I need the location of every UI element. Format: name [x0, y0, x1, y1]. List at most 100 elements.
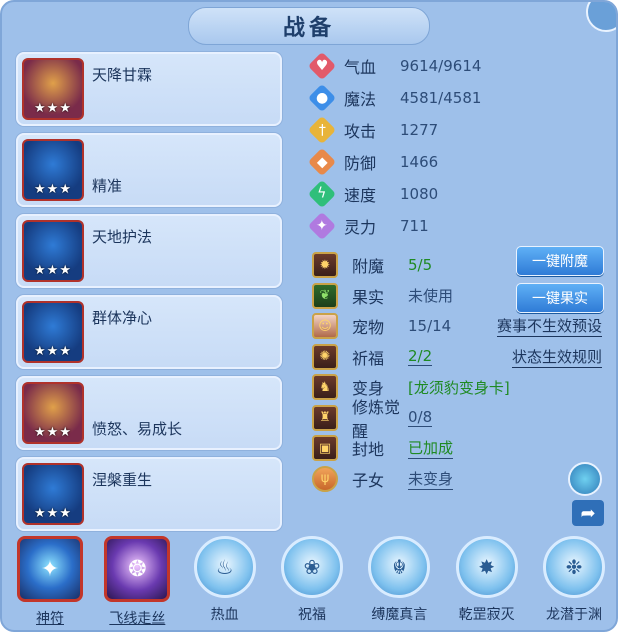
bottom-skill[interactable]: ✦ 神符 — [10, 536, 90, 630]
skill-card[interactable]: ★★★ 天降甘霖 — [16, 52, 282, 126]
refresh-orb-icon[interactable] — [568, 462, 602, 496]
transform-icon[interactable]: ♞ — [312, 374, 338, 401]
dragon-icon: ❉ — [542, 536, 605, 598]
extra-label: 祈福 — [352, 348, 385, 368]
stat-row: ◆ 防御 1466 — [307, 146, 612, 178]
stat-row: † 攻击 1277 — [307, 114, 612, 146]
fief-row: ▣ 封地 已加成 — [312, 433, 612, 464]
share-icon[interactable]: ➦ — [572, 500, 604, 526]
extra-value[interactable]: [龙须豹变身卡] — [408, 377, 510, 398]
battle-prep-panel: 战备 ★★★ 天降甘霖 ★★★ 精准 ★★★ 天地护法 ★★★ 群体净心 ★★★… — [0, 0, 618, 632]
fruit-row: ❦ 果实 未使用 一键果实 — [312, 281, 612, 313]
bottom-skill-label: 热血 — [210, 607, 239, 623]
bottom-skill[interactable]: ❀ 祝福 — [272, 536, 352, 630]
enchant-icon[interactable]: ✹ — [312, 252, 338, 279]
bottom-skill-bar: ✦ 神符 ❂ 飞线走丝 ♨ 热血 ❀ 祝福 ☬ 缚魔真言 ✸ 乾罡寂灭 ❉ 龙潜… — [10, 536, 614, 630]
stat-label: 防御 — [344, 154, 377, 173]
stat-value: 711 — [400, 217, 429, 235]
event-no-preset-link[interactable]: 赛事不生效预设 — [496, 315, 602, 338]
bottom-skill-label: 祝福 — [297, 607, 326, 623]
hot-blood-icon: ♨ — [193, 536, 256, 598]
pet-icon[interactable]: ☺ — [312, 313, 338, 340]
skill-card[interactable]: ★★★ 涅槃重生 — [16, 457, 282, 531]
fruit-icon[interactable]: ❦ — [312, 282, 338, 309]
extra-label: 果实 — [352, 287, 385, 307]
skill-card[interactable]: ★★★ 天地护法 — [16, 214, 282, 288]
skill-name: 精准 — [92, 177, 123, 195]
stat-label: 攻击 — [344, 122, 377, 141]
skill-purify-icon: ★★★ — [22, 301, 84, 363]
skill-list: ★★★ 天降甘霖 ★★★ 精准 ★★★ 天地护法 ★★★ 群体净心 ★★★ 愤怒… — [16, 52, 282, 538]
stat-label: 气血 — [344, 58, 377, 77]
bottom-skill-label: 龙潜于渊 — [545, 607, 602, 623]
thread-icon: ❂ — [104, 536, 171, 602]
status-rules-link[interactable]: 状态生效规则 — [511, 346, 602, 368]
skill-rain-icon: ★★★ — [22, 58, 84, 120]
extra-value: 5/5 — [408, 256, 433, 275]
one-key-fruit-button[interactable]: 一键果实 — [516, 282, 604, 313]
star-rating: ★★★ — [34, 101, 72, 116]
fief-icon[interactable]: ▣ — [312, 435, 338, 462]
skill-precision-icon: ★★★ — [22, 139, 84, 201]
bottom-skill[interactable]: ❉ 龙潜于渊 — [534, 536, 614, 630]
stat-row: ♥ 气血 9614/9614 — [307, 50, 612, 82]
mana-icon: ● — [307, 83, 337, 113]
extra-value: 15/14 — [408, 317, 452, 336]
star-rating: ★★★ — [34, 263, 72, 278]
skill-card[interactable]: ★★★ 愤怒、易成长 — [16, 376, 282, 450]
spirit-icon: ✦ — [307, 211, 337, 241]
extra-value[interactable]: 2/2 — [408, 347, 433, 367]
extra-value[interactable]: 0/8 — [408, 408, 433, 428]
stat-value: 1466 — [400, 153, 439, 171]
cultivate-icon[interactable]: ♜ — [312, 404, 338, 431]
bottom-skill-label: 乾罡寂灭 — [458, 607, 515, 623]
skill-guardian-icon: ★★★ — [22, 220, 84, 282]
extra-label: 子女 — [352, 470, 385, 490]
stat-row: ✦ 灵力 711 — [307, 210, 612, 242]
stat-label: 灵力 — [344, 218, 377, 237]
bottom-skill[interactable]: ✸ 乾罡寂灭 — [447, 536, 527, 630]
stat-value: 1080 — [400, 185, 439, 203]
bottom-skill[interactable]: ❂ 飞线走丝 — [97, 536, 177, 630]
star-rating: ★★★ — [34, 425, 72, 440]
skill-name: 天地护法 — [92, 228, 153, 246]
cultivate-row: ♜ 修炼觉醒 0/8 — [312, 398, 612, 441]
pet-row: ☺ 宠物 15/14 赛事不生效预设 — [312, 311, 612, 342]
skill-name: 天降甘霖 — [92, 66, 153, 84]
annihilate-icon: ✸ — [455, 536, 518, 598]
star-rating: ★★★ — [34, 344, 72, 359]
stat-value: 1277 — [400, 121, 439, 139]
bottom-skill[interactable]: ☬ 缚魔真言 — [359, 536, 439, 630]
sword-icon: † — [307, 115, 337, 145]
star-rating: ★★★ — [34, 506, 72, 521]
skill-name: 愤怒、易成长 — [92, 420, 183, 438]
children-icon[interactable]: ψ — [312, 465, 338, 492]
star-rating: ★★★ — [34, 182, 72, 197]
skill-rebirth-icon: ★★★ — [22, 463, 84, 525]
skill-card[interactable]: ★★★ 精准 — [16, 133, 282, 207]
bottom-skill-label: 飞线走丝 — [109, 611, 166, 627]
stat-row: ϟ 速度 1080 — [307, 178, 612, 210]
stat-value: 9614/9614 — [400, 57, 482, 75]
skill-rage-icon: ★★★ — [22, 382, 84, 444]
pray-icon[interactable]: ✺ — [312, 343, 338, 370]
blessing-icon: ❀ — [280, 536, 343, 598]
stat-row: ● 魔法 4581/4581 — [307, 82, 612, 114]
lightning-icon: ϟ — [307, 179, 337, 209]
bottom-skill-label: 神符 — [36, 611, 64, 627]
skill-card[interactable]: ★★★ 群体净心 — [16, 295, 282, 369]
skill-name: 涅槃重生 — [92, 471, 153, 489]
stats-panel: ♥ 气血 9614/9614 ● 魔法 4581/4581 † 攻击 1277 … — [307, 50, 612, 494]
bottom-skill-label: 缚魔真言 — [371, 607, 428, 623]
one-key-enchant-button[interactable]: 一键附魔 — [516, 246, 604, 276]
extra-value[interactable]: 未变身 — [408, 468, 454, 490]
extra-value[interactable]: 已加成 — [408, 437, 454, 460]
extra-label: 宠物 — [352, 318, 385, 338]
enchant-row: ✹ 附魔 5/5 一键附魔 — [312, 246, 612, 281]
stat-label: 速度 — [344, 186, 377, 205]
bottom-skill[interactable]: ♨ 热血 — [185, 536, 265, 630]
heart-icon: ♥ — [307, 51, 337, 81]
title-bar: 战备 — [2, 2, 616, 45]
bind-demon-icon: ☬ — [368, 536, 431, 598]
extra-label: 附魔 — [352, 257, 385, 277]
